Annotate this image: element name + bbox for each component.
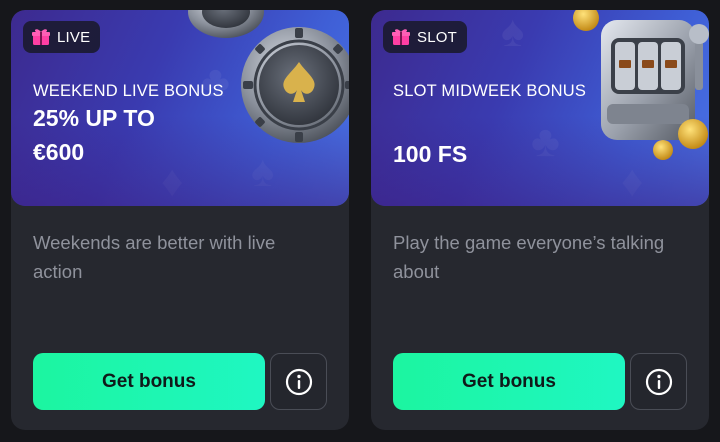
category-tag: SLOT bbox=[383, 21, 467, 53]
bonus-title: SLOT MIDWEEK BONUS bbox=[393, 82, 587, 100]
suit-decoration: ♦ bbox=[161, 157, 184, 206]
promo-banner[interactable]: ♣ ♠ ♦ LIVE WEEKEND LIVE BONUS 25% UP TO … bbox=[11, 10, 349, 206]
bonus-title: WEEKEND LIVE BONUS bbox=[33, 82, 224, 100]
suit-decoration: ♦ bbox=[621, 157, 644, 206]
info-icon bbox=[285, 368, 312, 395]
gift-icon bbox=[392, 29, 410, 45]
info-button[interactable] bbox=[630, 353, 687, 410]
suit-decoration: ♠ bbox=[501, 10, 525, 56]
bonus-description: Weekends are better with live action bbox=[33, 232, 276, 282]
bonus-amount: 100 FS bbox=[393, 141, 468, 167]
suit-decoration: ♠ bbox=[251, 147, 275, 196]
promo-card-slot-bonus[interactable]: ♠ ♣ ♦ SLOT SLOT MIDWEEK BONUS 100 FS Pla… bbox=[371, 10, 709, 430]
gift-icon bbox=[32, 29, 50, 45]
info-button[interactable] bbox=[270, 353, 327, 410]
category-tag: LIVE bbox=[23, 21, 101, 53]
bonus-amount-line-1: 25% UP TO bbox=[33, 105, 155, 131]
promo-card-live-bonus[interactable]: ♣ ♠ ♦ LIVE WEEKEND LIVE BONUS 25% UP TO … bbox=[11, 10, 349, 430]
info-icon bbox=[645, 368, 672, 395]
promo-banner[interactable]: ♠ ♣ ♦ SLOT SLOT MIDWEEK BONUS 100 FS bbox=[371, 10, 709, 206]
poker-chips-illustration bbox=[188, 10, 349, 143]
suit-decoration: ♣ bbox=[531, 117, 560, 166]
get-bonus-button[interactable]: Get bonus bbox=[393, 353, 625, 410]
get-bonus-button[interactable]: Get bonus bbox=[33, 353, 265, 410]
bonus-description: Play the game everyone’s talking about bbox=[393, 232, 665, 282]
tag-label: LIVE bbox=[57, 28, 91, 46]
slot-machine-illustration bbox=[573, 10, 709, 160]
tag-label: SLOT bbox=[417, 28, 457, 46]
bonus-amount-line-2: €600 bbox=[33, 139, 85, 165]
